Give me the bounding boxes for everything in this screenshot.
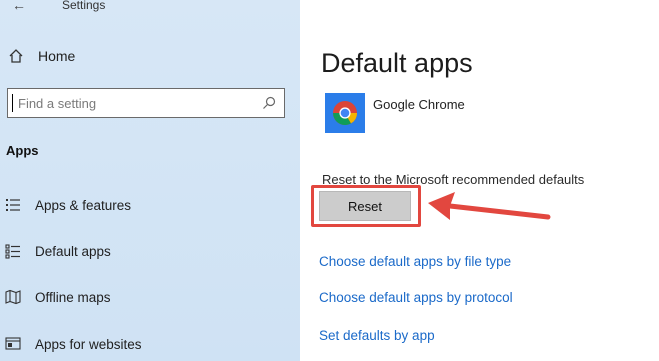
map-icon	[5, 289, 21, 305]
sidebar: ← Settings Home Find a setting Apps Apps…	[0, 0, 300, 361]
title-bar: ← Settings	[10, 0, 105, 13]
sidebar-item-label: Apps & features	[35, 197, 132, 213]
section-title-apps: Apps	[6, 143, 39, 158]
back-arrow-icon[interactable]: ←	[10, 0, 28, 13]
link-set-defaults[interactable]: Set defaults by app	[319, 328, 435, 343]
chrome-icon	[325, 93, 365, 133]
sidebar-item-offline-maps[interactable]: Offline maps	[5, 289, 111, 305]
app-name: Google Chrome	[373, 97, 465, 112]
sidebar-item-label: Default apps	[35, 243, 111, 259]
search-icon[interactable]	[262, 96, 276, 110]
home-icon	[9, 49, 23, 63]
sidebar-item-default-apps[interactable]: Default apps	[5, 243, 111, 259]
link-file-type[interactable]: Choose default apps by file type	[319, 254, 511, 269]
main-content: Default apps Google Chrome Reset to the …	[300, 0, 659, 361]
pointer-arrow-icon	[428, 192, 551, 220]
window-title: Settings	[62, 0, 106, 12]
sidebar-item-apps-websites[interactable]: Apps for websites	[5, 336, 142, 352]
link-protocol[interactable]: Choose default apps by protocol	[319, 290, 513, 305]
home-label: Home	[38, 48, 76, 64]
search-placeholder: Find a setting	[18, 96, 97, 111]
sidebar-item-home[interactable]: Home	[8, 48, 75, 64]
page-title: Default apps	[321, 48, 473, 78]
default-apps-icon	[5, 244, 20, 259]
sidebar-item-apps-features[interactable]: Apps & features	[5, 197, 131, 213]
apps-features-icon	[6, 199, 20, 211]
default-browser-app[interactable]: Google Chrome	[325, 93, 465, 133]
sidebar-item-label: Apps for websites	[35, 336, 142, 352]
text-caret	[12, 94, 13, 112]
sidebar-item-label: Offline maps	[35, 289, 111, 305]
reset-button[interactable]: Reset	[319, 191, 411, 221]
apps-websites-icon	[5, 337, 21, 350]
search-input[interactable]: Find a setting	[7, 88, 285, 118]
